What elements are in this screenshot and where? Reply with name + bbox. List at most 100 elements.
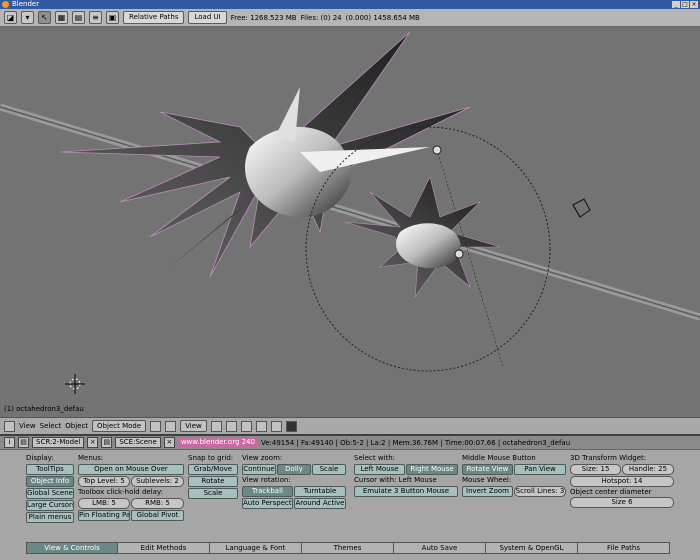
render-icon[interactable] xyxy=(285,420,297,432)
transform-widget-group: 3D Transform Widget: Size: 15 Handle: 25… xyxy=(570,454,674,508)
view-rotation-header: View rotation: xyxy=(242,476,291,484)
plain-menus-toggle[interactable]: Plain menus xyxy=(26,512,74,523)
menu-select[interactable]: Select xyxy=(40,422,62,430)
display-header: Display: xyxy=(26,454,54,462)
info-header: ◪ ▾ ↖ ▦ ▤ ≡ ▣ Relative Paths Load UI Fre… xyxy=(0,9,700,27)
snap-scale-toggle[interactable]: Scale xyxy=(188,488,238,499)
lmb-delay-field[interactable]: LMB: 5 xyxy=(78,498,130,509)
around-active-toggle[interactable]: Around Active xyxy=(294,498,346,509)
object-center-diameter-label: Object center diameter xyxy=(570,488,652,496)
select-with-header: Select with: xyxy=(354,454,396,462)
screen-browse-icon[interactable]: ▤ xyxy=(18,437,29,448)
3d-viewport[interactable]: (1) octahedron3_defau xyxy=(0,27,700,417)
click-hold-label: Toolbox click-hold delay: xyxy=(78,488,163,496)
editor-type-icon[interactable] xyxy=(4,420,15,432)
snap-group: Snap to grid: Grab/Move Rotate Scale xyxy=(188,454,238,499)
snap-grab-toggle[interactable]: Grab/Move xyxy=(188,464,238,475)
rmb-delay-field[interactable]: RMB: 5 xyxy=(131,498,184,509)
global-scene-toggle[interactable]: Global Scene xyxy=(26,488,74,499)
widget-hotspot-field[interactable]: Hotspot: 14 xyxy=(570,476,674,487)
editor-type-icon[interactable]: i xyxy=(4,437,15,448)
tab-system-opengl[interactable]: System & OpenGL xyxy=(486,542,578,554)
scene-icon[interactable]: ▣ xyxy=(106,11,119,24)
pan-view-toggle[interactable]: Pan View xyxy=(514,464,566,475)
select-left-mouse-toggle[interactable]: Left Mouse xyxy=(354,464,405,475)
minimize-button[interactable]: _ xyxy=(672,1,680,8)
zoom-continue-toggle[interactable]: Continue xyxy=(242,464,276,475)
widget-handle-field[interactable]: Handle: 25 xyxy=(622,464,674,475)
object-info-toggle[interactable]: Object Info xyxy=(26,476,74,487)
handle-top[interactable] xyxy=(432,145,442,155)
scene-browse-icon[interactable]: ▤ xyxy=(101,437,113,448)
snap-rotate-toggle[interactable]: Rotate xyxy=(188,476,238,487)
tooltips-toggle[interactable]: ToolTips xyxy=(26,464,74,475)
zoom-scale-toggle[interactable]: Scale xyxy=(312,464,346,475)
layer-3-button[interactable] xyxy=(240,420,252,432)
list-icon[interactable]: ≡ xyxy=(89,11,102,24)
tab-language-font[interactable]: Language & Font xyxy=(210,542,302,554)
relative-paths-button[interactable]: Relative Paths xyxy=(123,11,185,24)
close-button[interactable]: × xyxy=(690,1,698,8)
global-pivot-toggle[interactable]: Global Pivot xyxy=(131,510,184,521)
pivot-dropdown[interactable]: View xyxy=(180,420,207,432)
camera-icon[interactable] xyxy=(572,198,591,218)
tab-edit-methods[interactable]: Edit Methods xyxy=(118,542,210,554)
spiky-mesh-small[interactable] xyxy=(344,176,501,299)
layer-4-button[interactable] xyxy=(255,420,267,432)
object-center-size-field[interactable]: Size 6 xyxy=(570,497,674,508)
view3d-header: View Select Object Object Mode View xyxy=(0,417,700,434)
collapse-icon[interactable]: ▾ xyxy=(21,11,34,24)
tab-themes[interactable]: Themes xyxy=(302,542,394,554)
sublevels-field[interactable]: Sublevels: 2 xyxy=(131,476,184,487)
handle-center[interactable] xyxy=(454,249,464,259)
rotate-view-toggle[interactable]: Rotate View xyxy=(462,464,513,475)
trackball-toggle[interactable]: Trackball xyxy=(242,486,293,497)
grid-icon[interactable]: ▦ xyxy=(55,11,68,24)
files-count: Files: (0) 24 xyxy=(300,13,342,22)
snap-header: Snap to grid: xyxy=(188,454,234,462)
zoom-dolly-toggle[interactable]: Dolly xyxy=(277,464,311,475)
layer-2-button[interactable] xyxy=(225,420,237,432)
draw-type-icon[interactable] xyxy=(150,420,162,432)
blender-logo-icon xyxy=(2,1,9,8)
mode-dropdown[interactable]: Object Mode xyxy=(92,420,147,432)
viewport-scene xyxy=(0,31,700,394)
layer-icon[interactable]: ▤ xyxy=(72,11,85,24)
maximize-button[interactable]: □ xyxy=(681,1,689,8)
scene-delete-button[interactable]: × xyxy=(163,437,175,448)
load-ui-button[interactable]: Load UI xyxy=(188,11,227,24)
open-mouse-over-toggle[interactable]: Open on Mouse Over xyxy=(78,464,184,475)
lock-icon[interactable] xyxy=(270,420,282,432)
view-zoom-group: View zoom: Continue Dolly Scale View rot… xyxy=(242,454,346,509)
screen-delete-button[interactable]: × xyxy=(87,437,99,448)
transform-widget-header: 3D Transform Widget: xyxy=(570,454,647,462)
menu-object[interactable]: Object xyxy=(65,422,88,430)
pin-floating-toggle[interactable]: Pin Floating Pa xyxy=(78,510,130,521)
widget-size-field[interactable]: Size: 15 xyxy=(570,464,621,475)
select-with-group: Select with: Left Mouse Right Mouse Curs… xyxy=(354,454,458,497)
layer-1-button[interactable] xyxy=(210,420,222,432)
auto-perspective-toggle[interactable]: Auto Perspectiv xyxy=(242,498,293,509)
cursor-tool-icon[interactable]: ↖ xyxy=(38,11,51,24)
scene-selector[interactable]: SCE:Scene xyxy=(115,437,161,448)
top-level-field[interactable]: Top Level: 5 xyxy=(78,476,130,487)
select-right-mouse-toggle[interactable]: Right Mouse xyxy=(406,464,458,475)
window-controls: _ □ × xyxy=(672,0,698,8)
invert-zoom-toggle[interactable]: Invert Zoom xyxy=(462,486,513,497)
prefs-tabs: View & Controls Edit Methods Language & … xyxy=(0,542,700,554)
tab-auto-save[interactable]: Auto Save xyxy=(394,542,486,554)
tab-file-paths[interactable]: File Paths xyxy=(578,542,670,554)
blender-url[interactable]: www.blender.org 240 xyxy=(177,437,258,448)
pivot-icon[interactable] xyxy=(165,420,177,432)
tab-view-controls[interactable]: View & Controls xyxy=(26,542,118,554)
scroll-lines-field[interactable]: Scroll Lines: 3 xyxy=(514,486,566,497)
editor-type-icon[interactable]: ◪ xyxy=(4,11,17,24)
emulate-3-button-toggle[interactable]: Emulate 3 Button Mouse xyxy=(354,486,458,497)
active-object-label: (1) octahedron3_defau xyxy=(4,405,84,413)
large-cursors-toggle[interactable]: Large Cursors xyxy=(26,500,74,511)
screen-selector[interactable]: SCR:2-Model xyxy=(32,437,85,448)
menu-view[interactable]: View xyxy=(19,422,36,430)
view-zoom-header: View zoom: xyxy=(242,454,283,462)
turntable-toggle[interactable]: Turntable xyxy=(294,486,346,497)
3d-cursor-icon[interactable] xyxy=(65,374,85,394)
